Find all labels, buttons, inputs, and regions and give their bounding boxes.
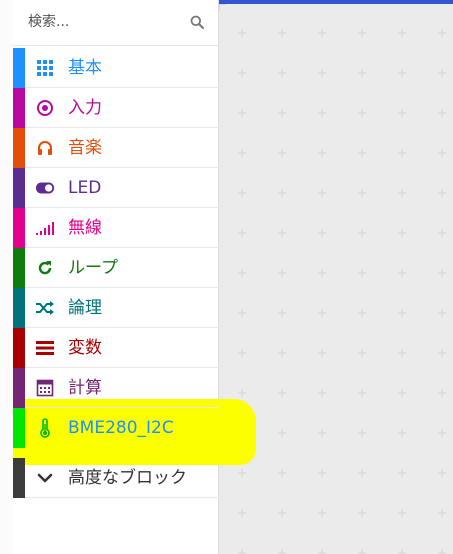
toolbox: 基本 入力 音楽 bbox=[13, 0, 256, 554]
workspace-grid bbox=[219, 4, 453, 554]
category-loops[interactable]: ループ bbox=[13, 248, 219, 288]
search-input[interactable] bbox=[28, 11, 178, 33]
category-color-stripe bbox=[13, 458, 25, 498]
calculator-icon bbox=[35, 378, 55, 398]
signal-icon bbox=[35, 218, 55, 238]
toggle-icon bbox=[35, 178, 55, 198]
category-color-stripe bbox=[13, 288, 25, 328]
category-input[interactable]: 入力 bbox=[13, 88, 219, 128]
category-color-stripe bbox=[13, 248, 25, 288]
list-icon bbox=[35, 338, 55, 358]
search-icon[interactable] bbox=[190, 15, 204, 29]
category-color-stripe bbox=[13, 48, 25, 88]
category-color-stripe bbox=[13, 88, 25, 128]
category-label: 音楽 bbox=[68, 138, 102, 158]
category-radio[interactable]: 無線 bbox=[13, 208, 219, 248]
category-logic[interactable]: 論理 bbox=[13, 288, 219, 328]
category-color-stripe bbox=[13, 128, 25, 168]
grid-icon bbox=[35, 58, 55, 78]
chevron-down-icon bbox=[35, 468, 55, 488]
blocks-workspace[interactable] bbox=[219, 4, 453, 554]
shuffle-icon bbox=[35, 298, 55, 318]
category-color-stripe bbox=[13, 328, 25, 368]
search-box bbox=[13, 0, 219, 46]
category-label: 変数 bbox=[68, 338, 102, 358]
category-color-stripe bbox=[13, 368, 25, 408]
category-advanced[interactable]: 高度なブロック bbox=[13, 458, 219, 498]
category-label: ループ bbox=[68, 258, 118, 278]
category-label: 計算 bbox=[68, 378, 102, 398]
category-color-stripe bbox=[13, 408, 25, 448]
headphones-icon bbox=[35, 138, 55, 158]
category-bme280-i2c[interactable]: BME280_I2C bbox=[13, 408, 219, 448]
category-color-stripe bbox=[13, 168, 25, 208]
category-label: 高度なブロック bbox=[68, 468, 187, 488]
category-label: 基本 bbox=[68, 58, 102, 78]
category-label: LED bbox=[68, 178, 102, 198]
category-color-stripe bbox=[13, 208, 25, 248]
category-label: 論理 bbox=[68, 298, 102, 318]
category-label: 無線 bbox=[68, 218, 102, 238]
category-label: 入力 bbox=[68, 98, 102, 118]
target-icon bbox=[35, 98, 55, 118]
refresh-icon bbox=[35, 258, 55, 278]
category-variables[interactable]: 変数 bbox=[13, 328, 219, 368]
category-label: BME280_I2C bbox=[68, 418, 174, 438]
category-basic[interactable]: 基本 bbox=[13, 48, 219, 88]
left-gutter bbox=[0, 0, 13, 554]
category-led[interactable]: LED bbox=[13, 168, 219, 208]
category-music[interactable]: 音楽 bbox=[13, 128, 219, 168]
category-math[interactable]: 計算 bbox=[13, 368, 219, 408]
thermometer-icon bbox=[35, 418, 55, 438]
